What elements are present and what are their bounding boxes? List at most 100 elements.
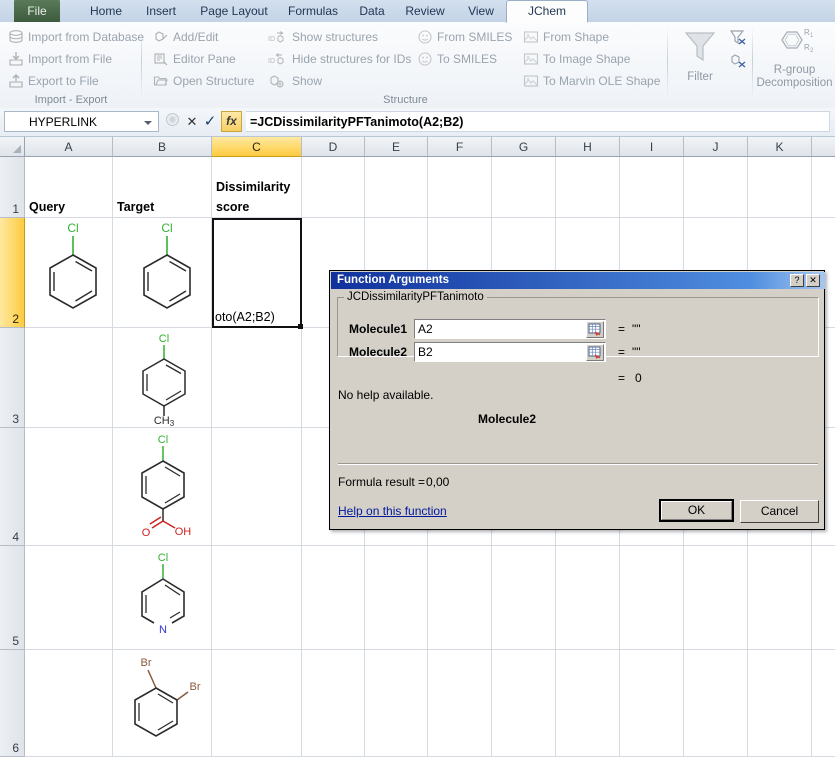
insert-function-button[interactable]: fx xyxy=(221,111,242,132)
row-header-3[interactable]: 3 xyxy=(0,328,25,428)
row-header-6[interactable]: 6 xyxy=(0,650,25,757)
ribbon-item-clear-filter[interactable] xyxy=(727,28,749,50)
select-all-corner[interactable] xyxy=(0,137,25,157)
molecule2-equals: = xyxy=(618,345,625,359)
enter-formula-button[interactable]: ✓ xyxy=(201,112,219,131)
ribbon-group-label: Import - Export xyxy=(0,94,142,106)
row-header-2[interactable]: 2 xyxy=(0,218,25,328)
molecule1-range-selector-icon[interactable] xyxy=(586,321,604,338)
ribbon-item-label: To SMILES xyxy=(437,52,497,66)
column-header-k[interactable]: K xyxy=(748,137,812,157)
ribbon-item-from-shape[interactable]: From Shape xyxy=(521,26,609,48)
row-header-4[interactable]: 4 xyxy=(0,428,25,546)
column-header-c[interactable]: C xyxy=(212,137,302,157)
ribbon-item-hide-structures-for-ids[interactable]: ID Hide structures for IDs xyxy=(266,48,411,70)
ribbon-item-label: Filter xyxy=(677,71,723,84)
cell-a1[interactable]: Query xyxy=(29,200,65,214)
group-separator xyxy=(752,26,753,98)
row-header-1[interactable]: 1 xyxy=(0,157,25,218)
tab-view[interactable]: View xyxy=(450,0,512,22)
formula-input[interactable]: =JCDissimilarityPFTanimoto(A2;B2) xyxy=(246,111,830,132)
molecule2-label: Molecule2 xyxy=(349,345,407,359)
name-box[interactable]: HYPERLINK xyxy=(4,111,159,132)
ribbon-item-show-structures[interactable]: ID Show structures xyxy=(266,26,378,48)
column-header-f[interactable]: F xyxy=(428,137,492,157)
hide-structures-icon: ID xyxy=(268,51,290,67)
cancel-button[interactable]: Cancel xyxy=(740,500,819,523)
svg-text:Br: Br xyxy=(190,681,201,693)
to-marvin-ole-shape-icon xyxy=(523,73,539,89)
ribbon-item-open-structure[interactable]: Open Structure xyxy=(151,70,254,92)
cell-c1-line2[interactable]: score xyxy=(216,200,249,214)
column-header-a[interactable]: A xyxy=(25,137,113,157)
molecule-edit-icon xyxy=(153,29,169,45)
svg-text:Cl: Cl xyxy=(158,434,168,446)
from-smiles-icon xyxy=(417,29,433,45)
molecule2-input[interactable]: B2 xyxy=(414,342,606,362)
column-header-h[interactable]: H xyxy=(556,137,620,157)
group-separator xyxy=(141,26,142,98)
svg-text:Cl: Cl xyxy=(159,333,169,345)
ribbon-item-to-marvin-ole-shape[interactable]: To Marvin OLE Shape xyxy=(521,70,660,92)
gridline-h xyxy=(25,649,835,650)
ribbon-item-from-smiles[interactable]: From SMILES xyxy=(415,26,512,48)
structure-b4-4-chlorobenzoic-acid[interactable]: Cl O OH xyxy=(128,431,208,543)
column-header-l[interactable] xyxy=(812,137,835,157)
cancel-formula-button[interactable]: ✕ xyxy=(183,112,201,131)
dialog-help-button[interactable]: ? xyxy=(790,274,804,287)
cell-c1-line1[interactable]: Dissimilarity xyxy=(216,180,290,194)
ribbon-item-filter[interactable]: Filter xyxy=(677,28,723,84)
to-smiles-icon xyxy=(417,51,433,67)
column-header-e[interactable]: E xyxy=(365,137,428,157)
ribbon-item-import-from-file[interactable]: Import from File xyxy=(6,48,112,70)
ribbon-item-label: Show structures xyxy=(292,30,378,44)
ribbon-item-editor-pane[interactable]: Editor Pane xyxy=(151,48,236,70)
ribbon-item-r-group-decomposition[interactable]: R 1 R 2 R-group Decomposition xyxy=(754,26,835,90)
open-folder-icon xyxy=(153,73,169,89)
svg-text:Cl: Cl xyxy=(158,552,168,564)
molecule1-label: Molecule1 xyxy=(349,322,407,336)
insert-function-disabled-icon xyxy=(163,112,181,131)
ribbon-group-import-export: Import from Database Import from File Ex… xyxy=(0,22,142,108)
structure-b2-chlorobenzene[interactable]: Cl xyxy=(128,218,206,326)
structure-b5-4-chloropyridine[interactable]: Cl N xyxy=(128,549,206,647)
ribbon-item-export-to-file[interactable]: Export to File xyxy=(6,70,99,92)
column-header-b[interactable]: B xyxy=(113,137,212,157)
ribbon-item-to-image-shape[interactable]: To Image Shape xyxy=(521,48,630,70)
row-header-5[interactable]: 5 xyxy=(0,546,25,650)
molecule2-range-selector-icon[interactable] xyxy=(586,344,604,361)
dialog-close-button[interactable]: ✕ xyxy=(806,274,820,287)
dialog-divider-highlight xyxy=(338,464,818,465)
import-file-icon xyxy=(8,51,24,67)
column-header-i[interactable]: I xyxy=(620,137,684,157)
ribbon-item-molecule-filter[interactable] xyxy=(727,52,749,74)
molecule1-equals: = xyxy=(618,322,625,336)
ribbon-item-label: Import from Database xyxy=(28,30,144,44)
svg-text:2: 2 xyxy=(810,48,814,54)
help-on-this-function-link[interactable]: Help on this function xyxy=(338,504,447,518)
structure-b3-4-chlorotoluene[interactable]: Cl CH3 xyxy=(128,330,206,426)
ribbon-item-add-edit[interactable]: Add/Edit xyxy=(151,26,218,48)
ribbon-item-import-from-database[interactable]: Import from Database xyxy=(6,26,144,48)
formula-result-value: 0,00 xyxy=(426,475,449,489)
tab-jchem[interactable]: JChem xyxy=(506,0,588,23)
ribbon-item-show[interactable]: Show xyxy=(266,70,322,92)
show-structures-icon: ID xyxy=(268,29,290,45)
column-header-j[interactable]: J xyxy=(684,137,748,157)
gridline-h xyxy=(25,545,835,546)
column-header-g[interactable]: G xyxy=(492,137,556,157)
formula-result-label: Formula result = xyxy=(338,475,425,489)
molecule1-result: "" xyxy=(632,322,641,336)
column-header-d[interactable]: D xyxy=(302,137,365,157)
ribbon-item-label-line2: Decomposition xyxy=(754,77,835,90)
structure-b6-1-2-dibromobenzene[interactable]: Br Br xyxy=(120,652,212,754)
ribbon-item-to-smiles[interactable]: To SMILES xyxy=(415,48,497,70)
chevron-down-icon[interactable] xyxy=(144,121,152,125)
cell-b1[interactable]: Target xyxy=(117,200,154,214)
molecule1-input[interactable]: A2 xyxy=(414,319,606,339)
r-group-icon: R 1 R 2 xyxy=(771,51,819,63)
ok-button[interactable]: OK xyxy=(659,499,734,522)
database-icon xyxy=(8,29,24,45)
structure-a2-chlorobenzene[interactable]: Cl xyxy=(34,218,112,326)
tab-file[interactable]: File xyxy=(14,0,60,22)
